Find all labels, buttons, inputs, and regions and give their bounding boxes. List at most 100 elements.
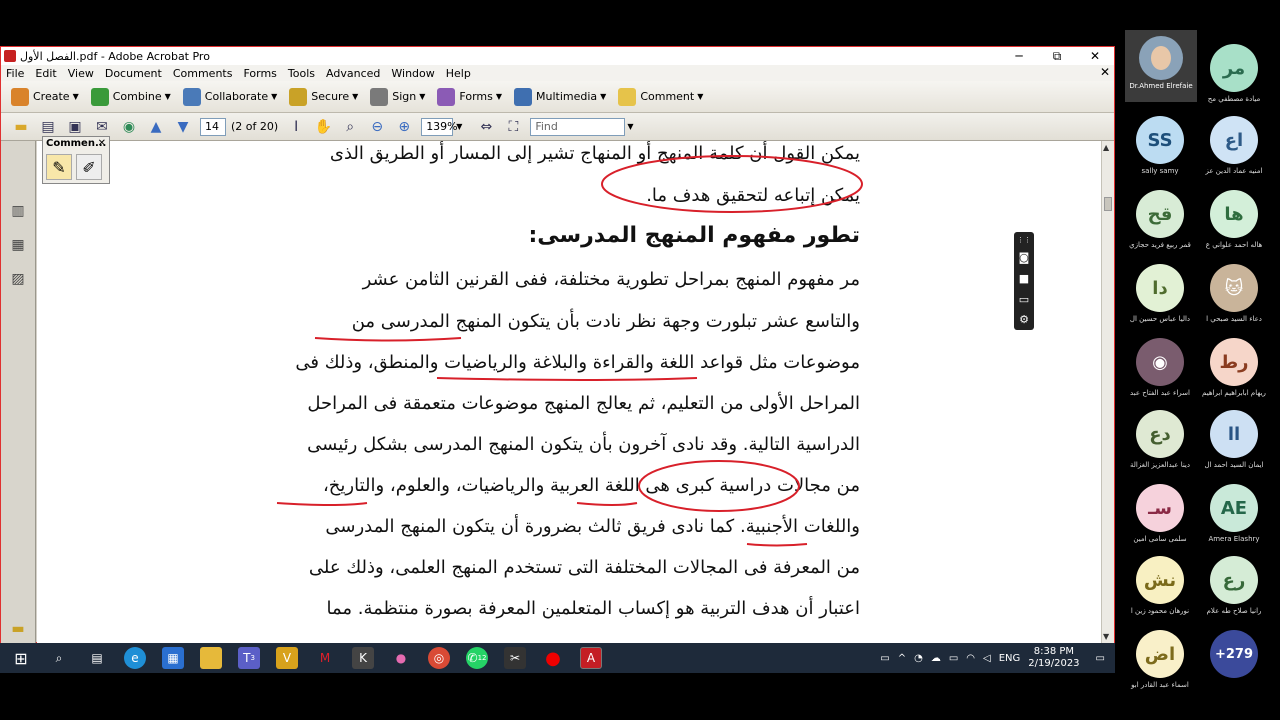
participant-tile[interactable]: نش نورهان محمود زين ا <box>1120 556 1200 628</box>
participant-tile[interactable]: اا ايمان السيد احمد ال <box>1194 410 1274 482</box>
app-m-icon[interactable]: M <box>314 647 336 669</box>
window-icon[interactable]: ▭ <box>1019 293 1029 306</box>
whatsapp-icon[interactable]: ✆ 12 <box>466 647 488 669</box>
drag-handle-icon[interactable]: ⋮⋮ <box>1017 236 1031 244</box>
fit-page-icon[interactable]: ⛶ <box>503 118 523 136</box>
menu-edit[interactable]: Edit <box>35 67 56 80</box>
scroll-down-icon[interactable]: ▼ <box>1103 632 1109 641</box>
scroll-thumb[interactable] <box>1104 197 1112 211</box>
participant-tile[interactable]: رع رانيا صلاح طه علام <box>1194 556 1274 628</box>
close-button[interactable]: ✕ <box>1076 47 1114 65</box>
more-participants-button[interactable]: +279 <box>1194 630 1274 702</box>
restore-button[interactable]: ⧉ <box>1038 47 1076 65</box>
record-icon[interactable]: ● <box>542 647 564 669</box>
menu-comments[interactable]: Comments <box>173 67 233 80</box>
select-text-icon[interactable]: I <box>286 118 306 136</box>
vertical-scrollbar[interactable]: ▲ ▼ <box>1101 141 1114 643</box>
menu-document[interactable]: Document <box>105 67 162 80</box>
sign-button[interactable]: Sign ▼ <box>370 87 425 106</box>
multimedia-button[interactable]: Multimedia ▼ <box>514 87 606 106</box>
store-icon[interactable]: ▦ <box>162 647 184 669</box>
chevron-down-icon[interactable]: ▼ <box>456 122 462 131</box>
scroll-up-icon[interactable]: ▲ <box>1103 143 1109 152</box>
language-indicator[interactable]: ENG <box>999 653 1021 664</box>
signatures-icon[interactable]: ▨ <box>9 271 27 289</box>
participant-tile[interactable]: سـ سلمى سامى امين <box>1120 484 1200 556</box>
open-folder-icon[interactable]: ▬ <box>11 118 31 136</box>
pages-icon[interactable]: ▥ <box>9 203 27 221</box>
page-number-input[interactable]: 14 <box>200 117 226 136</box>
wifi-icon[interactable]: ◠ <box>966 653 975 664</box>
fit-width-icon[interactable]: ⇔ <box>476 118 496 136</box>
chevron-down-icon[interactable]: ▼ <box>627 122 633 131</box>
notifications-icon[interactable]: ▭ <box>1096 653 1105 664</box>
hand-tool-icon[interactable]: ✋ <box>313 118 333 136</box>
clock[interactable]: 8:38 PM 2/19/2023 <box>1028 646 1079 670</box>
print-icon[interactable]: ▤ <box>38 118 58 136</box>
zoom-out-icon[interactable]: ⊖ <box>367 118 387 136</box>
drop-icon[interactable]: ● <box>390 647 412 669</box>
app-v-icon[interactable]: V <box>276 647 298 669</box>
acrobat-taskbar-icon[interactable]: A <box>580 647 602 669</box>
teams-icon[interactable]: T3 <box>238 647 260 669</box>
combine-button[interactable]: Combine ▼ <box>90 87 171 106</box>
bookmarks-icon[interactable]: ▦ <box>9 237 27 255</box>
edge-icon[interactable]: e <box>124 647 146 669</box>
participant-tile[interactable]: AE Amera Elashry <box>1194 484 1274 556</box>
zoom-tool-icon[interactable]: ⌕ <box>340 118 360 136</box>
menu-view[interactable]: View <box>68 67 94 80</box>
menu-file[interactable]: File <box>6 67 24 80</box>
find-input[interactable]: Find <box>530 117 626 136</box>
network-icon[interactable]: ◔ <box>914 653 923 664</box>
close-document-button[interactable]: ✕ <box>1100 65 1110 79</box>
save-icon[interactable]: ▣ <box>65 118 85 136</box>
snip-icon[interactable]: ✂ <box>504 647 526 669</box>
menu-tools[interactable]: Tools <box>288 67 315 80</box>
secure-button[interactable]: Secure ▼ <box>289 87 358 106</box>
pencil-icon[interactable]: ✎ <box>46 154 72 180</box>
chevron-up-icon[interactable]: ^ <box>898 653 906 664</box>
file-explorer-icon[interactable] <box>200 647 222 669</box>
participant-tile[interactable]: SS sally samy <box>1120 116 1200 188</box>
participant-tile[interactable]: مر ميادة مصطفي مح <box>1194 44 1274 116</box>
participant-tile[interactable]: رط ريهام ابابراهيم ابراهيم <box>1194 338 1274 410</box>
forms-button[interactable]: Forms ▼ <box>437 87 502 106</box>
email-icon[interactable]: ✉ <box>92 118 112 136</box>
app-k-icon[interactable]: K <box>352 647 374 669</box>
chrome-icon[interactable]: ◎ <box>428 647 450 669</box>
participant-tile[interactable]: دع دينا عبدالعزيز الغزالة <box>1120 410 1200 482</box>
cloud-icon[interactable]: ☁ <box>931 653 941 664</box>
participant-tile[interactable]: اض اسماء عبد القادر ابو <box>1120 630 1200 702</box>
camera-icon[interactable]: ◙ <box>1019 251 1030 264</box>
menu-window[interactable]: Window <box>391 67 434 80</box>
battery-icon[interactable]: ▭ <box>949 653 958 664</box>
next-page-icon[interactable]: ▼ <box>173 118 193 136</box>
participant-tile[interactable]: ها هاله احمد علواني ع <box>1194 190 1274 262</box>
participant-tile[interactable]: اع امنيه عماد الدين عز <box>1194 116 1274 188</box>
participant-tile[interactable]: قح قمر ربيع فريد حجازي <box>1120 190 1200 262</box>
windows-start-icon[interactable]: ⊞ <box>10 647 32 669</box>
host-video-tile[interactable]: Dr.Ahmed Elrefaie <box>1125 30 1197 102</box>
zoom-level-input[interactable]: 139% <box>421 117 458 136</box>
palette-close-button[interactable]: ✕ <box>98 137 106 151</box>
task-view-icon[interactable]: ▤ <box>86 647 108 669</box>
minimize-button[interactable]: ─ <box>1000 47 1038 65</box>
gear-icon[interactable]: ⚙ <box>1019 313 1029 326</box>
participant-tile[interactable]: دا داليا عباس حسين ال <box>1120 264 1200 336</box>
search-icon[interactable]: ⌕ <box>48 647 70 669</box>
previous-page-icon[interactable]: ▲ <box>146 118 166 136</box>
zoom-in-icon[interactable]: ⊕ <box>394 118 414 136</box>
menu-forms[interactable]: Forms <box>243 67 276 80</box>
collaborate-button[interactable]: Collaborate ▼ <box>182 87 277 106</box>
eraser-icon[interactable]: ✐ <box>76 154 102 180</box>
create-button[interactable]: Create ▼ <box>11 87 79 106</box>
volume-icon[interactable]: ◁ <box>983 653 991 664</box>
participant-tile[interactable]: ◉ اسراء عبد الفتاح عبد <box>1120 338 1200 410</box>
comment-button[interactable]: Comment ▼ <box>618 87 703 106</box>
globe-icon[interactable]: ◉ <box>119 118 139 136</box>
menu-advanced[interactable]: Advanced <box>326 67 380 80</box>
comments-list-icon[interactable]: ▬ <box>9 621 27 639</box>
menu-help[interactable]: Help <box>446 67 471 80</box>
video-icon[interactable]: ■ <box>1019 272 1029 285</box>
participant-tile[interactable]: 🐱 دعاء السيد صبحي ا <box>1194 264 1274 336</box>
